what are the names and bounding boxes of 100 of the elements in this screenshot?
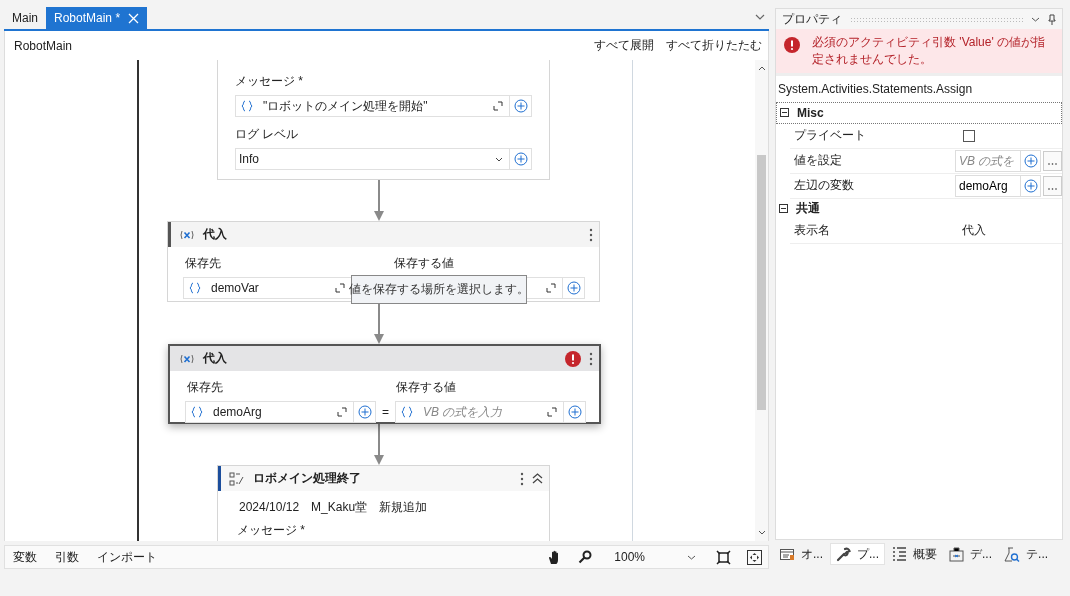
field-value: Info: [239, 152, 260, 166]
panel-tab[interactable]: 概要: [887, 543, 943, 565]
document-tab[interactable]: Main: [4, 7, 46, 29]
fit-to-screen-icon[interactable]: [716, 549, 731, 565]
panel-tab[interactable]: プ...: [830, 543, 886, 565]
expression-field[interactable]: VB の式を: [955, 149, 1021, 172]
zoom-dropdown[interactable]: 100%: [614, 550, 696, 564]
more-button[interactable]: [1043, 150, 1062, 171]
field-label: 保存先: [185, 255, 221, 272]
connector-arrow: [373, 302, 385, 344]
braces-icon: [189, 282, 201, 294]
property-name: 表示名: [793, 222, 831, 240]
more-icon[interactable]: [589, 227, 593, 242]
chevron-down-icon: [495, 156, 504, 162]
add-button[interactable]: [354, 401, 376, 423]
more-button[interactable]: [1043, 175, 1062, 196]
panel-title: プロパティ: [782, 10, 842, 28]
property-name: プライベート: [793, 127, 867, 145]
flask-icon: [1004, 546, 1021, 562]
package-icon: [949, 546, 965, 562]
collapse-icon[interactable]: [532, 473, 543, 484]
property-name: 左辺の変数: [793, 177, 855, 195]
status-link[interactable]: 変数: [13, 548, 37, 566]
connector-arrow: [373, 424, 385, 465]
activity-card[interactable]: ロボメイン処理終了 2024/10/12 M_Kaku堂 新規追加 メッセージ *: [217, 465, 550, 541]
scrollbar[interactable]: [755, 60, 768, 541]
add-button[interactable]: [564, 401, 586, 423]
field-label: ログ レベル: [235, 126, 300, 143]
search-icon[interactable]: [578, 550, 593, 564]
tooltip: 値を保存する場所を選択します。: [351, 275, 527, 304]
connector-arrow: [373, 180, 385, 221]
dropdown[interactable]: Info: [235, 148, 511, 170]
expand-icon[interactable]: [546, 283, 556, 293]
field-label: メッセージ *: [237, 523, 306, 537]
property-value[interactable]: 代入: [959, 222, 986, 240]
field-label: メッセージ *: [235, 73, 304, 90]
braces-icon: [241, 100, 253, 112]
expand-icon[interactable]: [493, 101, 504, 111]
more-icon[interactable]: [520, 471, 524, 486]
panel-tab[interactable]: デ...: [944, 543, 998, 565]
activity-title: 代入: [203, 226, 227, 243]
property-name: 値を設定: [793, 152, 843, 170]
sequence-icon: [229, 471, 245, 486]
expression-field[interactable]: demoArg: [185, 401, 354, 423]
error-message: 必須のアクティビティ引数 'Value' の値が指定されませんでした。: [812, 34, 1047, 68]
toolbar-link[interactable]: すべて折りたたむ: [666, 37, 762, 54]
list-icon: [892, 547, 908, 561]
scroll-up-icon[interactable]: [757, 66, 766, 71]
field-value: "ロボットのメイン処理を開始": [263, 97, 429, 115]
more-icon: [1048, 162, 1057, 165]
error-icon: [784, 37, 800, 53]
collapse-icon[interactable]: [779, 204, 788, 214]
breadcrumb: RobotMain: [14, 38, 73, 53]
category-row[interactable]: Misc: [776, 101, 1062, 124]
field-label: 保存する値: [394, 255, 454, 272]
wrench-icon: [836, 546, 851, 562]
expand-icon[interactable]: [335, 283, 345, 293]
overview-icon[interactable]: [747, 549, 762, 565]
more-icon[interactable]: [589, 351, 593, 366]
add-button[interactable]: [1021, 149, 1041, 172]
expand-icon[interactable]: [337, 407, 347, 417]
chevron-down-icon[interactable]: [755, 14, 765, 20]
scroll-down-icon[interactable]: [757, 530, 766, 535]
close-icon[interactable]: [128, 12, 140, 24]
add-button[interactable]: [563, 277, 585, 299]
activity-title: 代入: [203, 350, 227, 367]
add-button[interactable]: [1021, 174, 1041, 197]
variable-icon: [179, 229, 195, 240]
collapse-icon[interactable]: [780, 108, 789, 118]
chevron-down-icon: [687, 554, 696, 560]
braces-icon: [191, 406, 203, 418]
activity-card[interactable]: メッセージ * "ロボットのメイン処理を開始" ログ レベル Info: [217, 60, 550, 180]
more-icon: [1048, 187, 1057, 190]
activity-card[interactable]: 代入 保存先 保存する値 demoArg = VB の式を入力: [168, 344, 601, 424]
add-button[interactable]: [510, 148, 532, 170]
expression-field[interactable]: "ロボットのメイン処理を開始": [235, 95, 511, 117]
activity-title: ロボメイン処理終了: [253, 470, 361, 487]
document-tab[interactable]: RobotMain *: [46, 7, 148, 29]
expression-field[interactable]: demoArg: [955, 174, 1021, 197]
add-button[interactable]: [510, 95, 532, 117]
pin-icon[interactable]: [1048, 13, 1056, 25]
expand-icon[interactable]: [547, 407, 557, 417]
field-value: demoVar: [211, 281, 260, 295]
checkbox[interactable]: [963, 129, 975, 142]
field-value: demoArg: [213, 405, 263, 419]
status-link[interactable]: 引数: [55, 548, 79, 566]
placeholder-text: VB の式を入力: [423, 403, 504, 421]
toolbar-link[interactable]: すべて展開: [594, 37, 654, 54]
expression-field[interactable]: VB の式を入力: [395, 401, 564, 423]
panel-tab[interactable]: テ...: [999, 543, 1054, 565]
variable-icon: [179, 353, 195, 364]
status-link[interactable]: インポート: [97, 548, 157, 566]
chevron-down-icon[interactable]: [1031, 16, 1040, 22]
type-name: System.Activities.Statements.Assign: [777, 80, 974, 98]
window-icon: [780, 547, 795, 561]
braces-icon: [401, 406, 413, 418]
field-label: 保存先: [187, 379, 223, 396]
field-label: 保存する値: [396, 379, 456, 396]
annotation-text: 2024/10/12 M_Kaku堂 新規追加: [238, 499, 429, 516]
panel-tab[interactable]: オ...: [775, 543, 828, 565]
